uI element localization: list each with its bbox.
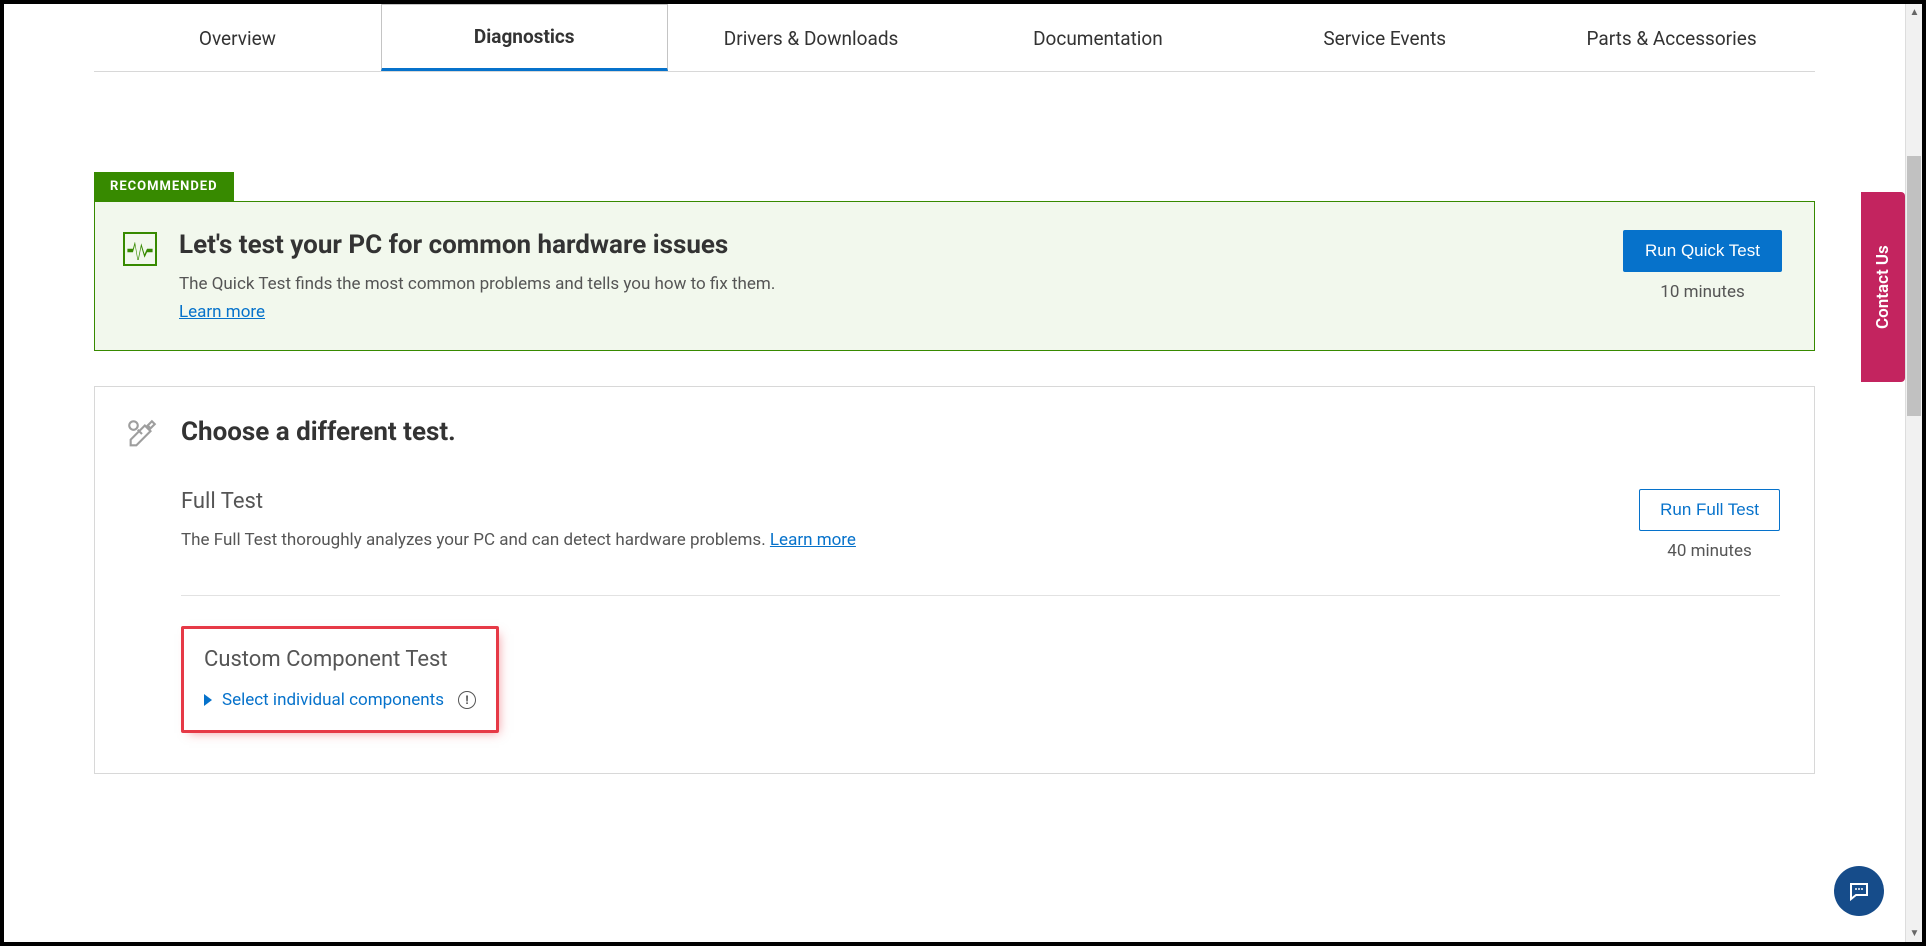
scroll-up-icon[interactable]: ▲ xyxy=(1906,4,1923,21)
recommended-card: Let's test your PC for common hardware i… xyxy=(94,201,1815,351)
recommended-badge: RECOMMENDED xyxy=(94,172,234,201)
full-test-description: The Full Test thoroughly analyzes your P… xyxy=(181,530,1619,550)
chat-button[interactable] xyxy=(1834,866,1884,916)
run-quick-test-button[interactable]: Run Quick Test xyxy=(1623,230,1782,272)
run-full-test-button[interactable]: Run Full Test xyxy=(1639,489,1780,531)
tab-service-events[interactable]: Service Events xyxy=(1241,4,1528,71)
custom-test-highlight-box: Custom Component Test Select individual … xyxy=(181,626,499,733)
divider xyxy=(181,595,1780,596)
full-test-duration: 40 minutes xyxy=(1667,541,1751,561)
full-test-title: Full Test xyxy=(181,489,1619,514)
tab-diagnostics[interactable]: Diagnostics xyxy=(381,4,668,71)
select-individual-components-label: Select individual components xyxy=(222,690,444,710)
heartbeat-icon xyxy=(123,232,157,266)
scrollbar-thumb[interactable] xyxy=(1907,156,1921,416)
tab-documentation[interactable]: Documentation xyxy=(954,4,1241,71)
tab-drivers-downloads[interactable]: Drivers & Downloads xyxy=(668,4,955,71)
select-individual-components-link[interactable]: Select individual components ! xyxy=(204,690,476,710)
contact-us-tab[interactable]: Contact Us xyxy=(1861,192,1905,382)
caret-right-icon xyxy=(204,694,212,706)
scrollbar[interactable]: ▲ ▼ xyxy=(1905,4,1922,942)
info-icon[interactable]: ! xyxy=(458,691,476,709)
tab-overview[interactable]: Overview xyxy=(94,4,381,71)
full-test-learn-more-link[interactable]: Learn more xyxy=(770,530,856,550)
tab-parts-accessories[interactable]: Parts & Accessories xyxy=(1528,4,1815,71)
recommended-description: The Quick Test finds the most common pro… xyxy=(179,274,1601,294)
scroll-down-icon[interactable]: ▼ xyxy=(1906,925,1923,942)
recommended-learn-more-link[interactable]: Learn more xyxy=(179,302,265,322)
other-tests-title: Choose a different test. xyxy=(181,417,456,447)
tools-icon xyxy=(125,417,159,451)
tab-bar: Overview Diagnostics Drivers & Downloads… xyxy=(94,4,1815,72)
custom-test-title: Custom Component Test xyxy=(204,647,476,672)
recommended-title: Let's test your PC for common hardware i… xyxy=(179,230,1601,260)
chat-icon xyxy=(1847,879,1871,903)
other-tests-card: Choose a different test. Full Test The F… xyxy=(94,386,1815,774)
quick-test-duration: 10 minutes xyxy=(1660,282,1744,302)
